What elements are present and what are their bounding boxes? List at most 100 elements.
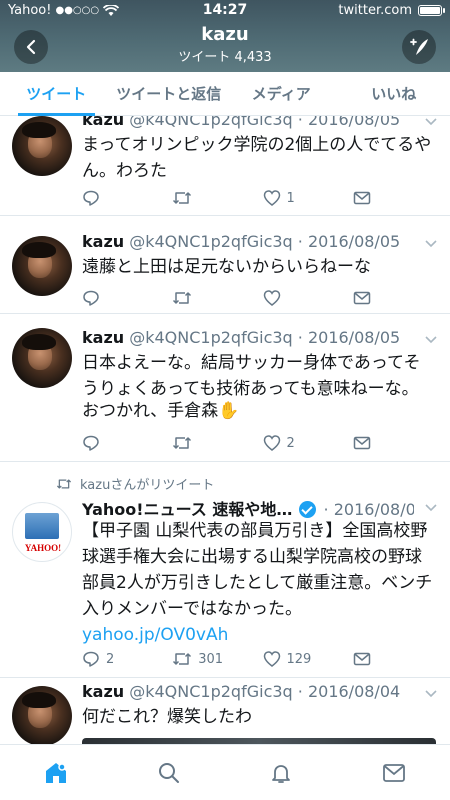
profile-header: Yahoo! ●●○○○ 14:27 twitter.com kazu ツイート… <box>0 0 450 72</box>
retweet-icon <box>173 192 192 204</box>
url-label: twitter.com <box>338 3 412 18</box>
retweet-button[interactable] <box>172 289 262 307</box>
reply-icon <box>83 435 99 451</box>
tweet-header: kazu @k4QNC1p2qfGic3q · 2016/08/05 <box>82 328 414 347</box>
retweet-context: kazuさんがリツイート <box>56 474 214 493</box>
retweet-icon <box>173 292 192 304</box>
author-handle-date: @k4QNC1p2qfGic3q · 2016/08/05 <box>129 232 401 251</box>
chevron-down-icon[interactable] <box>424 116 438 128</box>
reply-icon <box>83 651 99 667</box>
author-handle-date: @k4QNC1p2qfGic3q · 2016/08/05 <box>129 116 401 129</box>
tweet-actions: 1 <box>82 187 392 209</box>
chevron-down-icon[interactable] <box>424 236 438 250</box>
envelope-icon <box>382 763 405 782</box>
tweet[interactable]: kazu @k4QNC1p2qfGic3q · 2016/08/05 日本よえー… <box>0 314 450 462</box>
author-name[interactable]: kazu <box>82 116 124 129</box>
tweet[interactable]: kazu @k4QNC1p2qfGic3q · 2016/08/04 何だこれ？… <box>0 678 450 744</box>
avatar[interactable] <box>12 328 72 388</box>
retweet-icon <box>173 653 192 665</box>
tab-tweets[interactable]: ツイート <box>0 72 113 116</box>
profile-title: kazu ツイート 4,433 <box>0 24 450 65</box>
author-handle-date: @k4QNC1p2qfGic3q · 2016/08/05 <box>129 328 401 347</box>
tweet-header: kazu @k4QNC1p2qfGic3q · 2016/08/05 <box>82 116 414 129</box>
reply-button[interactable] <box>82 434 172 452</box>
heart-icon <box>263 651 280 667</box>
envelope-icon <box>353 291 370 305</box>
tweet-link[interactable]: yahoo.jp/OV0vAh <box>82 625 228 645</box>
tweet-text: 【甲子園 山梨代表の部員万引き】全国高校野球選手権大会に出場する山梨学院高校の野… <box>82 518 436 648</box>
author-name[interactable]: Yahoo!ニュース 速報や地… <box>82 500 292 519</box>
retweet-icon <box>56 478 72 489</box>
bottom-tab-bar <box>0 744 450 800</box>
reply-count: 2 <box>106 651 115 667</box>
like-button[interactable]: 2 <box>263 434 353 452</box>
author-handle-date: @k4QNC1p2qfGic3q · 2016/08/04 <box>129 682 401 701</box>
profile-name: kazu <box>201 24 249 45</box>
like-button[interactable]: 1 <box>263 189 353 207</box>
dm-share-button[interactable] <box>353 190 392 206</box>
tweet[interactable]: kazu @k4QNC1p2qfGic3q · 2016/08/05 遠藤と上田… <box>0 216 450 314</box>
envelope-icon <box>353 436 370 450</box>
chevron-down-icon[interactable] <box>424 500 438 514</box>
dm-share-button[interactable] <box>353 435 392 451</box>
heart-icon <box>263 290 280 306</box>
tab-likes[interactable]: いいね <box>338 72 450 115</box>
envelope-icon <box>353 652 370 666</box>
reply-icon <box>83 290 99 306</box>
author-name[interactable]: kazu <box>82 682 124 701</box>
tweet-text-line2: おつかれ、手倉森✋ <box>82 401 240 421</box>
tab-media[interactable]: メディア <box>225 72 338 115</box>
retweet-count: 301 <box>198 651 224 667</box>
like-count: 1 <box>286 190 295 206</box>
tweet-header: kazu @k4QNC1p2qfGic3q · 2016/08/04 <box>82 682 414 701</box>
reply-icon <box>83 190 99 206</box>
reply-button[interactable] <box>82 189 172 207</box>
retweeted-tweet[interactable]: kazuさんがリツイート YAHOO! Yahoo!ニュース 速報や地… · 2… <box>0 462 450 678</box>
like-count: 2 <box>286 435 295 451</box>
author-handle-date: · 2016/08/04 <box>323 500 414 519</box>
tweet-actions: 2 <box>82 432 392 454</box>
verified-badge-icon <box>299 501 317 518</box>
reply-button[interactable]: 2 <box>82 650 172 668</box>
heart-icon <box>263 190 280 206</box>
tab-home[interactable] <box>0 745 113 800</box>
search-icon <box>158 762 179 783</box>
heart-icon <box>263 435 280 451</box>
tweet[interactable]: kazu @k4QNC1p2qfGic3q · 2016/08/05 まってオリ… <box>0 116 450 216</box>
tweet-actions <box>82 287 392 309</box>
chevron-down-icon[interactable] <box>424 686 438 700</box>
retweet-button[interactable]: 301 <box>172 650 262 668</box>
avatar[interactable] <box>12 116 72 176</box>
retweet-button[interactable] <box>172 189 262 207</box>
tab-notifications[interactable] <box>225 745 338 800</box>
tweet-header: kazu @k4QNC1p2qfGic3q · 2016/08/05 <box>82 232 414 251</box>
author-name[interactable]: kazu <box>82 232 124 251</box>
chevron-down-icon[interactable] <box>424 332 438 346</box>
dm-share-button[interactable] <box>353 651 392 667</box>
avatar[interactable] <box>12 686 72 744</box>
tab-search[interactable] <box>113 745 226 800</box>
envelope-icon <box>353 191 370 205</box>
tab-messages[interactable] <box>338 745 450 800</box>
avatar[interactable] <box>12 236 72 296</box>
status-bar: Yahoo! ●●○○○ 14:27 twitter.com <box>0 0 450 22</box>
tweet-text: まってオリンピック学院の2個上の人でてるやん。わろた <box>82 135 432 181</box>
dm-share-button[interactable] <box>353 290 392 306</box>
author-name[interactable]: kazu <box>82 328 124 347</box>
tweet-text: 遠藤と上田は足元ないからいらねーな <box>82 257 371 277</box>
tweet-body: 【甲子園 山梨代表の部員万引き】全国高校野球選手権大会に出場する山梨学院高校の野… <box>82 521 433 619</box>
retweet-button[interactable] <box>172 434 262 452</box>
battery-icon <box>418 5 445 16</box>
yahoo-logo: YAHOO! <box>24 543 62 553</box>
like-button[interactable] <box>263 289 353 307</box>
tweet-count: ツイート 4,433 <box>178 50 272 65</box>
reply-button[interactable] <box>82 289 172 307</box>
timeline[interactable]: kazu @k4QNC1p2qfGic3q · 2016/08/05 まってオリ… <box>0 116 450 744</box>
tweet-header: Yahoo!ニュース 速報や地… · 2016/08/04 <box>82 496 414 520</box>
tab-tweets-and-replies[interactable]: ツイートと返信 <box>113 72 226 115</box>
like-count: 129 <box>286 651 312 667</box>
like-button[interactable]: 129 <box>263 650 353 668</box>
avatar[interactable]: YAHOO! <box>12 502 72 562</box>
profile-tabs: ツイート ツイートと返信 メディア いいね <box>0 72 450 116</box>
compose-tweet-button[interactable] <box>402 30 436 64</box>
